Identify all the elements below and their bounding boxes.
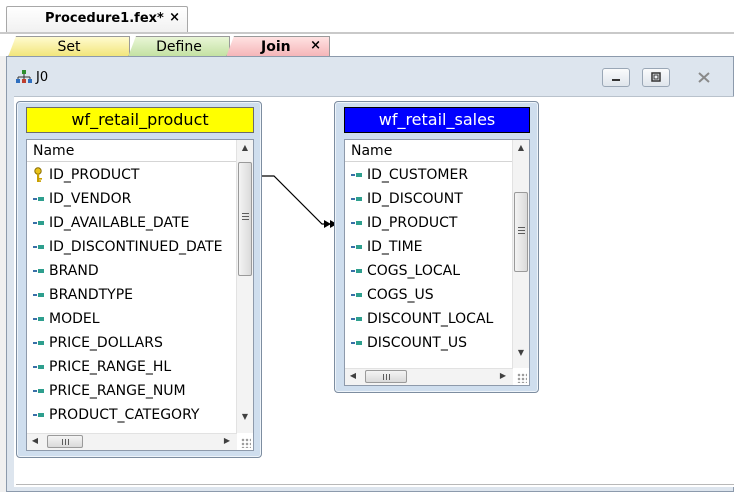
grip-line: [518, 233, 525, 234]
table-wf-retail-product[interactable]: wf_retail_product Name ID_PRODUCT ID_VEND…: [16, 101, 262, 458]
field-name: ID_CUSTOMER: [367, 167, 469, 183]
field-name: DISCOUNT_US: [367, 335, 467, 351]
field-name: BRANDTYPE: [49, 287, 133, 303]
field-name: MODEL: [49, 311, 100, 327]
field-name: PRICE_RANGE_NUM: [49, 383, 186, 399]
field-name: BRAND: [49, 263, 99, 279]
scroll-up-icon[interactable]: ▲: [513, 143, 529, 152]
grip-line: [518, 230, 525, 231]
scroll-thumb[interactable]: [514, 192, 528, 272]
horizontal-scrollbar[interactable]: ◀ ▶: [345, 368, 513, 385]
field-name: ID_PRODUCT: [367, 215, 458, 231]
field-icon: [351, 292, 362, 298]
table-title[interactable]: wf_retail_sales: [344, 107, 530, 133]
field-icon: [351, 244, 362, 250]
field-icon: [33, 412, 44, 418]
field-list[interactable]: Name ID_PRODUCT ID_VENDOR ID_AVAILABLE_DAT…: [26, 139, 254, 451]
grip-line: [65, 439, 66, 445]
grip-line: [383, 374, 384, 380]
field-name: PRODUCT_CATEGORY: [49, 407, 200, 423]
table-title[interactable]: wf_retail_product: [26, 107, 254, 133]
field-name: ID_AVAILABLE_DATE: [49, 215, 190, 231]
scroll-down-icon[interactable]: ▼: [237, 412, 253, 421]
field-icon: [33, 268, 44, 274]
column-header-name[interactable]: Name: [345, 140, 514, 162]
scroll-right-icon[interactable]: ▶: [495, 371, 511, 380]
grip-line: [242, 216, 249, 217]
field-name: ID_TIME: [367, 239, 423, 255]
field-name: ID_DISCOUNT: [367, 191, 463, 207]
field-icon: [33, 244, 44, 250]
field-name: COGS_LOCAL: [367, 263, 461, 279]
grip-line: [386, 374, 387, 380]
field-icon: [33, 340, 44, 346]
field-name: COGS_US: [367, 287, 434, 303]
field-icon: [351, 268, 362, 274]
grip-line: [518, 227, 525, 228]
grip-line: [68, 439, 69, 445]
field-icon: [351, 220, 362, 226]
column-header-name[interactable]: Name: [27, 140, 238, 162]
scroll-left-icon[interactable]: ◀: [345, 371, 361, 380]
field-icon: [351, 196, 362, 202]
field-icon: [33, 364, 44, 370]
resize-grip[interactable]: [241, 438, 251, 448]
scroll-thumb[interactable]: [365, 370, 407, 383]
field-name: ID_PRODUCT: [49, 167, 140, 183]
grip-line: [242, 219, 249, 220]
field-icon: [33, 388, 44, 394]
table-wf-retail-sales[interactable]: wf_retail_sales Name ID_CUSTOMER ID_DISCO…: [334, 101, 539, 393]
field-name: ID_DISCONTINUED_DATE: [49, 239, 223, 255]
field-icon: [351, 316, 362, 322]
grip-line: [242, 213, 249, 214]
divider: [16, 484, 734, 485]
field-name: PRICE_DOLLARS: [49, 335, 163, 351]
field-icon: [33, 292, 44, 298]
vertical-scrollbar[interactable]: ▲ ▼: [236, 140, 253, 433]
scroll-right-icon[interactable]: ▶: [219, 436, 235, 445]
field-name: DISCOUNT_LOCAL: [367, 311, 494, 327]
field-icon: [33, 220, 44, 226]
scroll-down-icon[interactable]: ▼: [513, 348, 529, 357]
scroll-up-icon[interactable]: ▲: [237, 143, 253, 152]
field-list[interactable]: Name ID_CUSTOMER ID_DISCOUNT ID_PRODUCT ID_…: [344, 139, 530, 386]
field-name: ID_VENDOR: [49, 191, 132, 207]
grip-line: [389, 374, 390, 380]
horizontal-scrollbar[interactable]: ◀ ▶: [27, 433, 237, 450]
field-icon: [33, 316, 44, 322]
resize-grip[interactable]: [517, 373, 527, 383]
vertical-scrollbar[interactable]: ▲ ▼: [512, 140, 529, 368]
field-icon: [33, 196, 44, 202]
field-name: PRICE_RANGE_HL: [49, 359, 172, 375]
field-icon: [351, 172, 362, 178]
scroll-thumb[interactable]: [238, 162, 252, 276]
scroll-thumb[interactable]: [47, 435, 83, 448]
grip-line: [62, 439, 63, 445]
scroll-left-icon[interactable]: ◀: [27, 436, 43, 445]
field-icon: [351, 340, 362, 346]
key-icon: [34, 167, 42, 182]
